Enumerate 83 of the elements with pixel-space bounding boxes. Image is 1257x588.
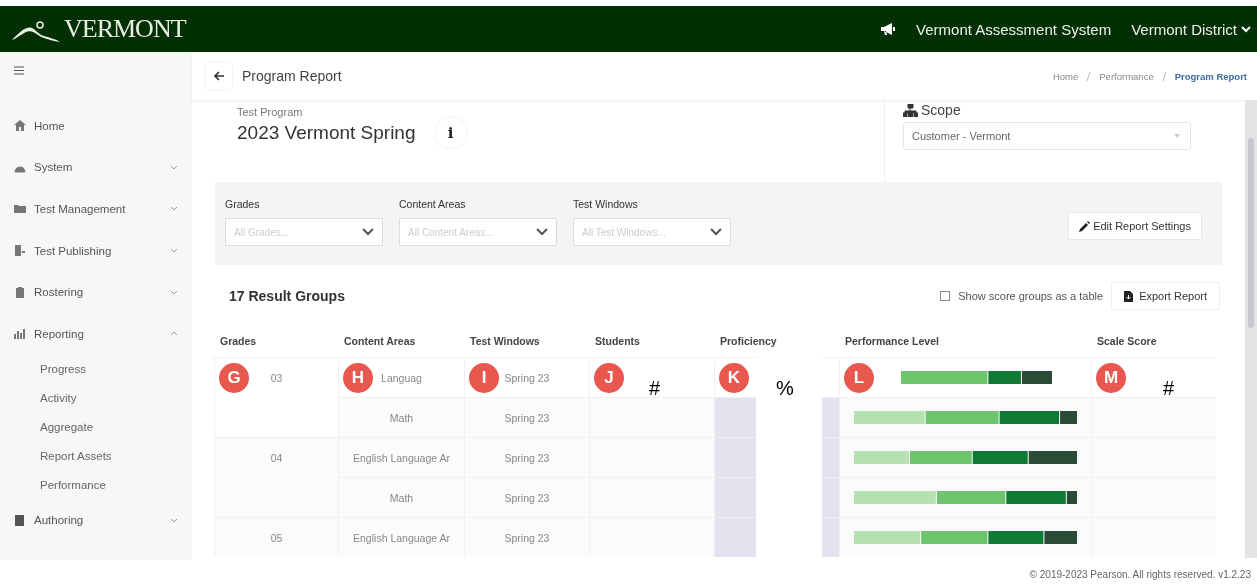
proficiency-bar: [822, 398, 839, 437]
checkbox-label: Show score groups as a table: [958, 290, 1104, 302]
proficiency-bar: [822, 438, 839, 477]
proficiency-bar: [715, 398, 757, 437]
proficiency-bar: [715, 478, 757, 517]
back-button[interactable]: [206, 63, 232, 89]
info-button[interactable]: i: [435, 118, 466, 148]
filter-label: Test Windows: [573, 198, 639, 210]
result-groups-heading: 17 Result Groups: [229, 288, 346, 304]
pencil-icon: [1079, 220, 1091, 232]
proficiency-bar: [822, 478, 839, 517]
table-cell: Math: [338, 397, 464, 437]
placeholder-symbol: #: [649, 377, 661, 400]
chevron-down-icon: [1241, 25, 1251, 33]
district-dropdown[interactable]: Vermont District: [1131, 20, 1251, 38]
edit-report-settings-button[interactable]: Edit Report Settings: [1068, 212, 1202, 240]
breadcrumb-link[interactable]: Home: [1052, 70, 1079, 82]
megaphone-icon[interactable]: [880, 22, 897, 36]
back-arrow-icon: [213, 71, 225, 81]
hierarchy-icon: [903, 103, 918, 117]
sidebar-subitem[interactable]: Aggregate: [14, 412, 192, 442]
clipboard-icon: [14, 286, 26, 298]
filter-label: Content Areas: [399, 198, 467, 210]
folder-icon: [14, 203, 26, 215]
breadcrumb-separator-icon: [1086, 71, 1092, 81]
scrollbar[interactable]: [1245, 100, 1257, 558]
chevron-down-icon: [362, 228, 374, 236]
table-cell: 04: [214, 437, 338, 517]
breadcrumb-link[interactable]: Program Report: [1174, 70, 1247, 82]
table-cell: English Language Ar: [338, 517, 464, 557]
sidebar-item[interactable]: Test Management: [14, 188, 192, 230]
column-header: Grades: [219, 333, 258, 349]
sidebar-subitem[interactable]: Progress: [14, 354, 192, 384]
table-cell: 05: [214, 517, 338, 557]
test-program-name: 2023 Vermont Spring: [237, 122, 416, 144]
scope-dropdown[interactable]: Customer - Vermont: [903, 122, 1191, 150]
sidebar-item[interactable]: Reporting: [14, 312, 192, 355]
proficiency-bar: [822, 518, 839, 557]
column-header: Students: [594, 333, 641, 349]
document-icon: [14, 245, 26, 257]
placeholder-symbol: %: [776, 377, 794, 400]
sidebar-item[interactable]: Rostering: [14, 271, 192, 313]
proficiency-bar: [715, 518, 757, 557]
sidebar-subitem[interactable]: Performance: [14, 470, 192, 500]
sidebar-subitem[interactable]: Report Assets: [14, 441, 192, 471]
home-icon: [14, 120, 26, 132]
sidebar-item[interactable]: System: [14, 146, 192, 189]
table-cell: Spring 23: [464, 477, 589, 517]
chevron-down-icon: [536, 228, 548, 236]
breadcrumb-separator-icon: [1161, 71, 1167, 81]
app-title: Vermont Assessment System: [916, 20, 1112, 38]
chevron-down-icon: [710, 228, 722, 236]
column-header: Proficiency: [719, 333, 778, 349]
table-cell: Spring 23: [464, 517, 589, 557]
sidebar-item[interactable]: Home: [14, 105, 192, 147]
mountain-logo-icon: [10, 20, 62, 44]
export-report-button[interactable]: Export Report: [1111, 282, 1220, 310]
page-title: Program Report: [242, 68, 343, 84]
table-cell: Spring 23: [464, 397, 589, 437]
test-program-label: Test Program: [237, 106, 304, 118]
column-header: Scale Score: [1096, 333, 1158, 349]
table-cell: Spring 23: [464, 437, 589, 477]
menu-icon[interactable]: [14, 66, 24, 75]
filter-label: Grades: [225, 198, 261, 210]
proficiency-bar: [715, 438, 757, 477]
book-icon: [14, 514, 26, 526]
bar-chart-icon: [14, 328, 26, 340]
checkbox[interactable]: [940, 291, 951, 301]
column-header: Performance Level: [844, 333, 940, 349]
placeholder-symbol: #: [1163, 377, 1175, 400]
sidebar-subitem[interactable]: Activity: [14, 383, 192, 413]
table-cell: English Language Ar: [338, 437, 464, 477]
table-cell: Math: [338, 477, 464, 517]
sidebar-item[interactable]: Test Publishing: [14, 229, 192, 272]
sidebar-item[interactable]: Authoring: [14, 499, 192, 542]
scope-label: Scope: [921, 102, 961, 118]
caret-down-icon: [1174, 134, 1180, 138]
copyright-text: © 2019-2023 Pearson. All rights reserved. v1.2.23: [1029, 568, 1251, 580]
breadcrumb-link[interactable]: Performance: [1099, 70, 1154, 82]
logo-wordmark: VERMONT: [64, 14, 186, 44]
column-header: Test Windows: [469, 333, 541, 349]
file-download-icon: [1124, 290, 1134, 302]
column-header: Content Areas: [343, 333, 417, 349]
